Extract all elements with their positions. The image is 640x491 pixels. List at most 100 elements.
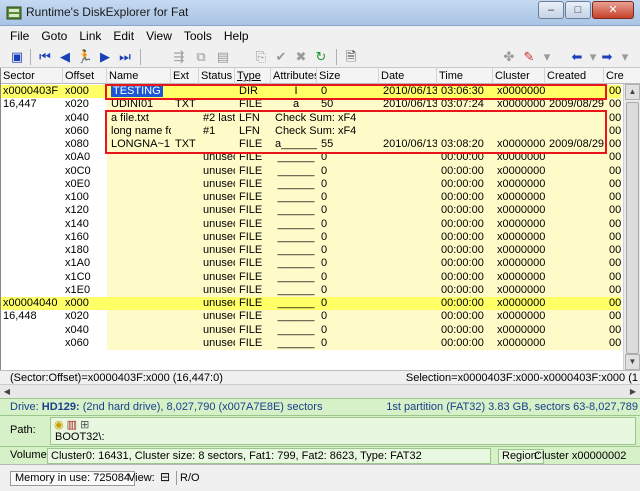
dropdown-arrow-icon[interactable]: ▾ <box>538 48 556 66</box>
col-offset[interactable]: Offset <box>63 68 107 84</box>
table-row[interactable]: x100 unused FILE ______ 0 00:00:00 x00000000 00 <box>1 191 621 205</box>
table-row[interactable]: x0000403F x000 TESTING DIR I 0 2010/06/13 03:06… <box>1 85 621 99</box>
volume-bar: Volume: Cluster0: 16431, Cluster size: 8… <box>0 446 640 476</box>
table-row[interactable]: x1E0 unused FILE ______ 0 00:00:00 x00000000 00 <box>1 283 621 297</box>
cancel-x-icon[interactable]: ✖ <box>292 48 310 66</box>
check-icon[interactable]: ✔ <box>272 48 290 66</box>
close-button[interactable]: ✕ <box>592 1 634 19</box>
paste-icon[interactable]: ▤ <box>214 48 232 66</box>
scroll-up-icon[interactable]: ▲ <box>625 84 640 100</box>
table-row[interactable]: x040 a file.txt #2 last LFN Check Sum: xF4 00 <box>1 111 621 125</box>
cell-type: FILE <box>239 323 263 336</box>
table-row[interactable]: x1A0 unused FILE ______ 0 00:00:00 x00000000 00 <box>1 257 621 271</box>
cell-date <box>381 204 437 217</box>
col-cr[interactable]: Cre <box>604 68 640 84</box>
cell-ext <box>173 218 199 231</box>
menu-goto[interactable]: Goto <box>35 27 73 45</box>
clipboard-icon[interactable]: ⎘ <box>252 48 270 66</box>
cell-time: 03:06:30 <box>441 85 484 97</box>
cell-offset: x120 <box>63 204 107 218</box>
drive-icon[interactable]: ▥ <box>67 419 77 431</box>
menu-link[interactable]: Link <box>73 27 107 45</box>
col-date[interactable]: Date <box>379 68 437 84</box>
grid-header: Sector Offset Name Ext Status Type Attri… <box>1 68 640 84</box>
refresh-icon[interactable]: ↻ <box>312 48 330 66</box>
tree-icon[interactable]: ⊞ <box>80 419 89 431</box>
cell-cluster: x00000004 <box>497 138 545 150</box>
cell-date <box>381 257 437 270</box>
menu-tools[interactable]: Tools <box>178 27 218 45</box>
vertical-scrollbar[interactable]: ▲ ▼ <box>623 84 640 370</box>
save-icon[interactable]: ▣ <box>8 48 26 66</box>
cell-status: unused <box>203 217 235 230</box>
minimize-button[interactable]: – <box>538 1 564 19</box>
cell-time: 00:00:00 <box>441 217 484 230</box>
table-row[interactable]: x0A0 unused FILE ______ 0 00:00:00 x00000000 00 <box>1 151 621 165</box>
table-row[interactable]: x160 unused FILE ______ 0 00:00:00 x00000000 00 <box>1 230 621 244</box>
scroll-down-icon[interactable]: ▼ <box>625 354 640 370</box>
table-row[interactable]: x080 LONGNA~1 TXT FILE a______ 55 2010/06/13 03… <box>1 138 621 152</box>
table-row[interactable]: x0C0 unused FILE ______ 0 00:00:00 x00000000 00 <box>1 164 621 178</box>
col-sector[interactable]: Sector <box>1 68 63 84</box>
menu-view[interactable]: View <box>140 27 178 45</box>
menu-file[interactable]: File <box>4 27 35 45</box>
copy-to-icon[interactable]: ⇶ <box>170 48 188 66</box>
table-row[interactable]: x140 unused FILE ______ 0 00:00:00 x00000000 00 <box>1 217 621 231</box>
table-row[interactable]: x040 unused FILE ______ 0 00:00:00 x00000000 00 <box>1 323 621 337</box>
maximize-button[interactable]: □ <box>565 1 591 19</box>
table-row[interactable]: x120 unused FILE ______ 0 00:00:00 x00000000 00 <box>1 204 621 218</box>
next-icon[interactable]: ▶ <box>96 48 114 66</box>
table-row[interactable]: x0E0 unused FILE ______ 0 00:00:00 x00000000 00 <box>1 177 621 191</box>
scroll-thumb[interactable] <box>626 102 639 354</box>
col-time[interactable]: Time <box>437 68 493 84</box>
col-cluster[interactable]: Cluster <box>493 68 545 84</box>
selected-name[interactable]: TESTING <box>111 85 163 97</box>
cell-date: 2010/06/13 <box>383 85 437 97</box>
table-row[interactable]: 16,448x020 unused FILE ______ 0 00:00:00 x0000… <box>1 310 621 324</box>
print-preview-icon[interactable]: 🗎 <box>342 48 360 66</box>
cell-created <box>547 310 605 323</box>
disk-icon[interactable]: ◉ <box>54 419 64 431</box>
scroll-right-icon[interactable]: ▶ <box>626 385 640 399</box>
first-icon[interactable]: ⏮ <box>36 48 54 66</box>
directory-grid[interactable]: Sector Offset Name Ext Status Type Attri… <box>0 68 640 370</box>
col-name[interactable]: Name <box>107 68 171 84</box>
col-ext[interactable]: Ext <box>171 68 199 84</box>
col-created[interactable]: Created <box>545 68 604 84</box>
table-row[interactable]: x180 unused FILE ______ 0 00:00:00 x00000000 00 <box>1 244 621 258</box>
scroll-left-icon[interactable]: ◀ <box>0 385 14 399</box>
cell-date <box>381 337 437 350</box>
cell-cluster: x00000000 <box>497 177 545 190</box>
run-person-icon[interactable]: 🏃 <box>76 48 94 66</box>
col-attributes[interactable]: Attributes <box>271 68 317 84</box>
path-box[interactable]: ◉ ▥ ⊞ BOOT32\: <box>50 417 636 445</box>
forward-arrow-icon[interactable]: ➡ <box>598 48 616 66</box>
col-size[interactable]: Size <box>317 68 379 84</box>
col-type[interactable]: Type <box>235 68 271 84</box>
menu-help[interactable]: Help <box>218 27 255 45</box>
pin-icon[interactable]: ✤ <box>500 48 518 66</box>
cell-ext <box>173 337 199 350</box>
previous-icon[interactable]: ◀ <box>56 48 74 66</box>
cell-type: FILE <box>239 270 263 283</box>
table-row[interactable]: x060 unused FILE ______ 0 00:00:00 x00000000 00 <box>1 336 621 350</box>
menu-edit[interactable]: Edit <box>107 27 140 45</box>
last-icon[interactable]: ⏭ <box>116 48 134 66</box>
table-row[interactable]: x00004040x000 unused FILE ______ 0 00:00:00 x0… <box>1 297 621 311</box>
horizontal-scrollbar[interactable]: ◀ ▶ <box>0 384 640 398</box>
dropdown-arrow-icon[interactable]: ▾ <box>616 48 634 66</box>
cell-status: unused <box>203 177 235 190</box>
cell-created <box>547 324 605 337</box>
table-row[interactable]: x060long name for#1LFNCheck Sum: xF400 <box>1 124 621 138</box>
table-row[interactable]: 16,447 x020 UDINI01 TXT FILE a 50 2010/06/13 03:… <box>1 98 621 112</box>
copy-icon[interactable]: ⧉ <box>192 48 210 66</box>
table-row[interactable]: x1C0 unused FILE ______ 0 00:00:00 x00000000 00 <box>1 270 621 284</box>
cell-cluster <box>495 112 545 125</box>
cell-time: 00:00:00 <box>441 336 484 349</box>
highlight-icon[interactable]: ✎ <box>520 48 538 66</box>
cell-date <box>381 231 437 244</box>
view-mode-icon[interactable]: ⊟ <box>160 470 170 484</box>
col-status[interactable]: Status <box>199 68 235 84</box>
cell-status: unused <box>203 204 235 217</box>
cell-sector <box>1 283 63 297</box>
